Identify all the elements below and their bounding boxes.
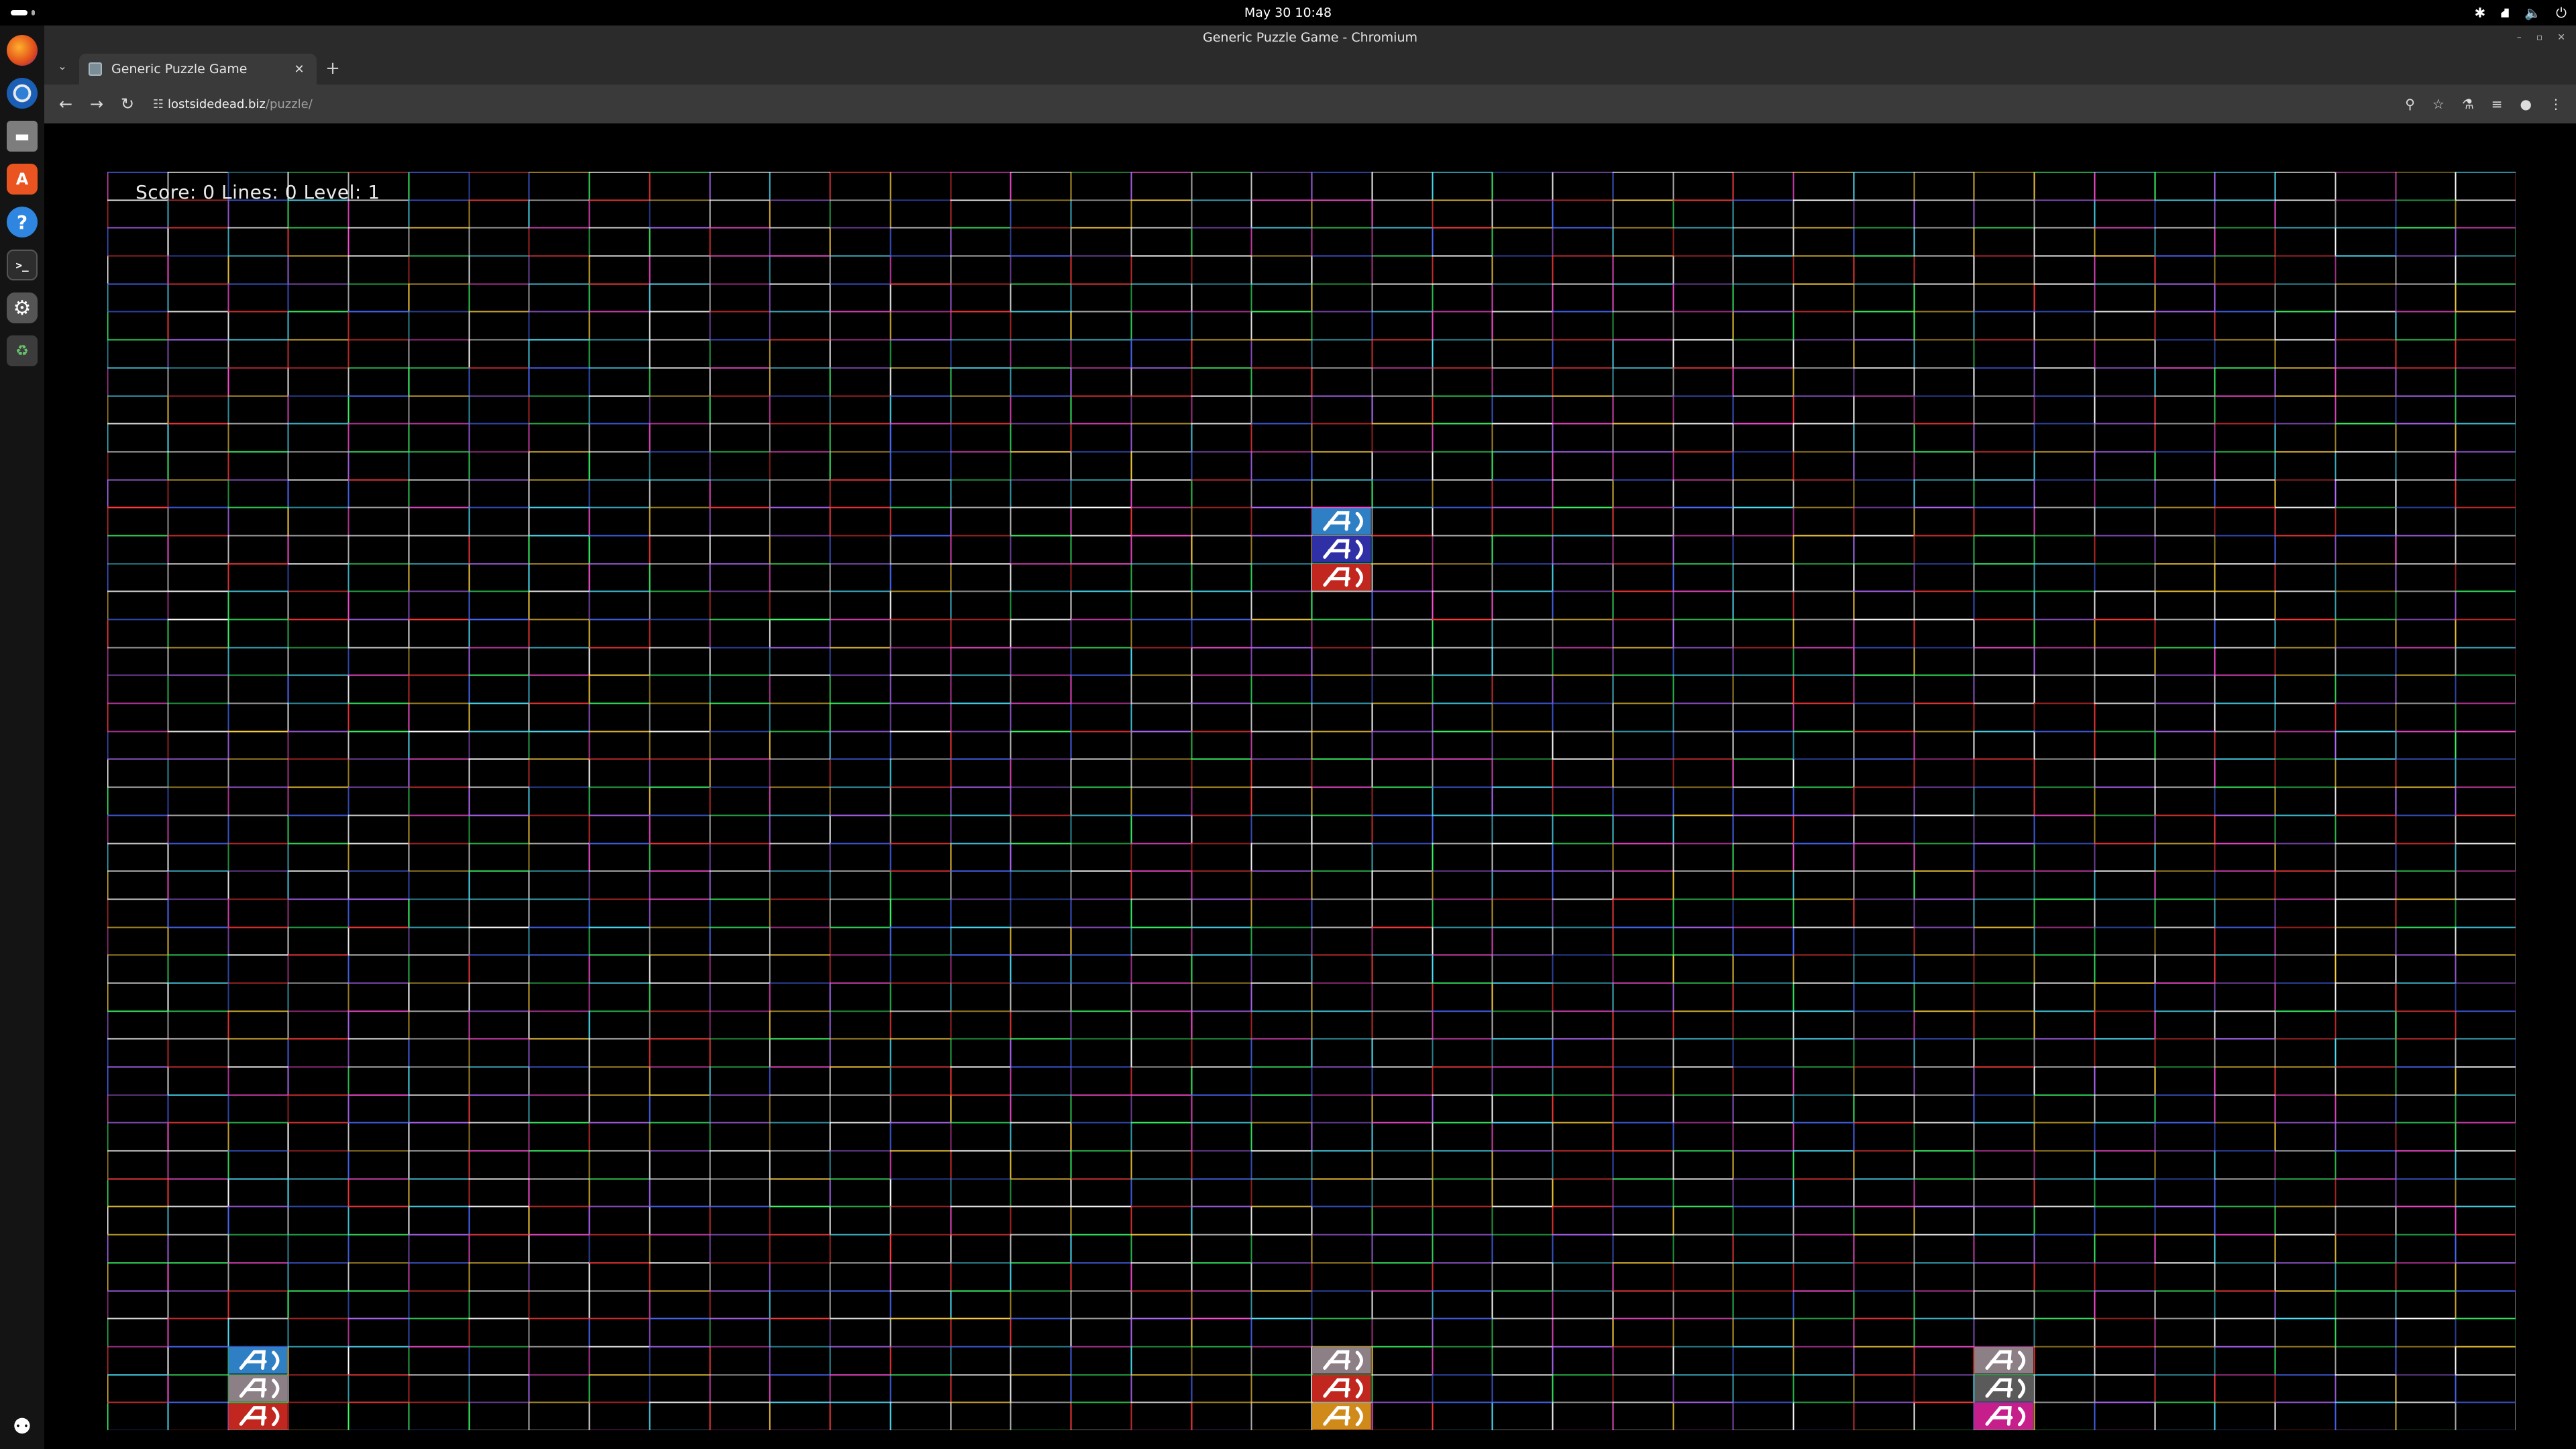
files-icon[interactable]: ▬: [7, 121, 38, 152]
tab-close-icon[interactable]: ✕: [291, 62, 307, 76]
game-grid: [107, 172, 2516, 1430]
window-title: Generic Puzzle Game - Chromium: [1202, 30, 1417, 45]
power-icon[interactable]: ⏻: [2556, 0, 2567, 25]
game-block: [1312, 1403, 1371, 1430]
game-block: [1974, 1346, 2033, 1374]
extensions-icon[interactable]: ⚗: [2462, 96, 2474, 112]
tab-search-icon[interactable]: ⌄: [52, 56, 72, 76]
media-controls-icon[interactable]: ≡: [2491, 96, 2503, 112]
help-icon[interactable]: ?: [7, 207, 38, 237]
settings-icon[interactable]: ⚙: [7, 292, 38, 323]
game-board[interactable]: [107, 172, 2516, 1430]
activities-button[interactable]: [11, 10, 35, 15]
favicon-icon: [89, 62, 102, 76]
menu-icon[interactable]: ⋮: [2549, 96, 2563, 112]
forward-icon[interactable]: →: [83, 91, 110, 117]
game-block: [1312, 1346, 1371, 1374]
dock: ▬ A ? >_ ⚙ ♻ ⚉: [0, 25, 44, 1449]
new-tab-icon[interactable]: +: [322, 58, 343, 79]
workspace-indicator-active: [11, 10, 28, 15]
toolbar-actions: ⚲ ☆ ⚗ ≡ ● ⋮: [2405, 96, 2563, 112]
tab-strip: ⌄ Generic Puzzle Game ✕ +: [44, 50, 2576, 85]
browser-window: Generic Puzzle Game - Chromium – ▫ ✕ ⌄ G…: [44, 25, 2576, 1449]
show-apps-icon[interactable]: ⚉: [9, 1413, 36, 1440]
chromium-icon[interactable]: [7, 78, 38, 109]
game-block: [228, 1346, 288, 1374]
trash-icon[interactable]: ♻: [7, 335, 38, 366]
window-titlebar[interactable]: Generic Puzzle Game - Chromium – ▫ ✕: [44, 25, 2576, 50]
zoom-icon[interactable]: ⚲: [2405, 96, 2415, 112]
back-icon[interactable]: ←: [52, 91, 79, 117]
minimize-icon[interactable]: –: [2517, 32, 2522, 43]
url-host: lostsidedead.biz: [168, 97, 266, 111]
window-controls: – ▫ ✕: [2517, 25, 2565, 50]
volume-icon[interactable]: 🔈: [2524, 0, 2541, 25]
maximize-icon[interactable]: ▫: [2536, 32, 2543, 43]
address-bar[interactable]: lostsidedead.biz/puzzle/: [168, 91, 2405, 117]
workspace-indicator: [31, 10, 35, 15]
terminal-icon[interactable]: >_: [7, 250, 38, 280]
game-block: [228, 1403, 288, 1430]
system-top-bar: May 30 10:48 ✱ ⛘ 🔈 ⏻: [0, 0, 2576, 25]
network-icon[interactable]: ⛘: [2500, 0, 2510, 25]
game-status: Score: 0 Lines: 0 Level: 1: [136, 181, 380, 203]
accessibility-icon[interactable]: ✱: [2474, 0, 2485, 25]
url-path: /puzzle/: [265, 97, 313, 111]
game-block: [1974, 1375, 2033, 1402]
firefox-icon[interactable]: [7, 35, 38, 66]
tab-title: Generic Puzzle Game: [111, 62, 248, 76]
tab-active[interactable]: Generic Puzzle Game ✕: [79, 54, 317, 85]
profile-icon[interactable]: ●: [2520, 96, 2532, 112]
bookmark-star-icon[interactable]: ☆: [2432, 96, 2445, 112]
reload-icon[interactable]: ↻: [114, 91, 141, 117]
close-icon[interactable]: ✕: [2557, 32, 2565, 43]
game-block: [1974, 1403, 2033, 1430]
clock[interactable]: May 30 10:48: [1244, 5, 1332, 20]
game-block: [1312, 564, 1371, 591]
browser-toolbar: ← → ↻ ☷ lostsidedead.biz/puzzle/ ⚲ ☆ ⚗ ≡…: [44, 85, 2576, 123]
site-info-icon[interactable]: ☷: [149, 97, 168, 111]
app-center-icon[interactable]: A: [7, 164, 38, 195]
game-block: [1312, 535, 1371, 563]
game-block: [228, 1375, 288, 1402]
page-viewport: Score: 0 Lines: 0 Level: 1: [44, 123, 2576, 1449]
system-tray[interactable]: ✱ ⛘ 🔈 ⏻: [2474, 0, 2567, 25]
game-block: [1312, 1375, 1371, 1402]
game-block: [1312, 508, 1371, 535]
